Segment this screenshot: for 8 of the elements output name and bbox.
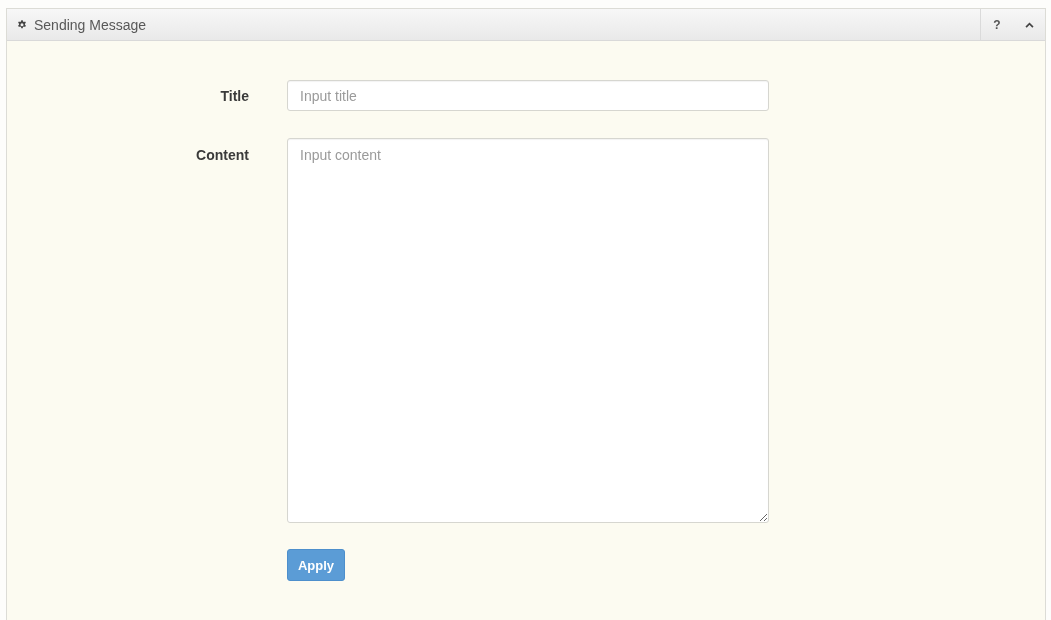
gear-icon — [17, 19, 27, 30]
textarea-field[interactable]: Input content — [287, 138, 769, 523]
field-label: Title — [220, 87, 249, 104]
panel-title: Sending Message — [34, 16, 147, 33]
chevron-up-icon — [1024, 21, 1034, 28]
help-button[interactable]: ? — [981, 9, 1013, 40]
field-label: Content — [196, 147, 249, 163]
input-field[interactable]: Input title — [287, 80, 769, 111]
